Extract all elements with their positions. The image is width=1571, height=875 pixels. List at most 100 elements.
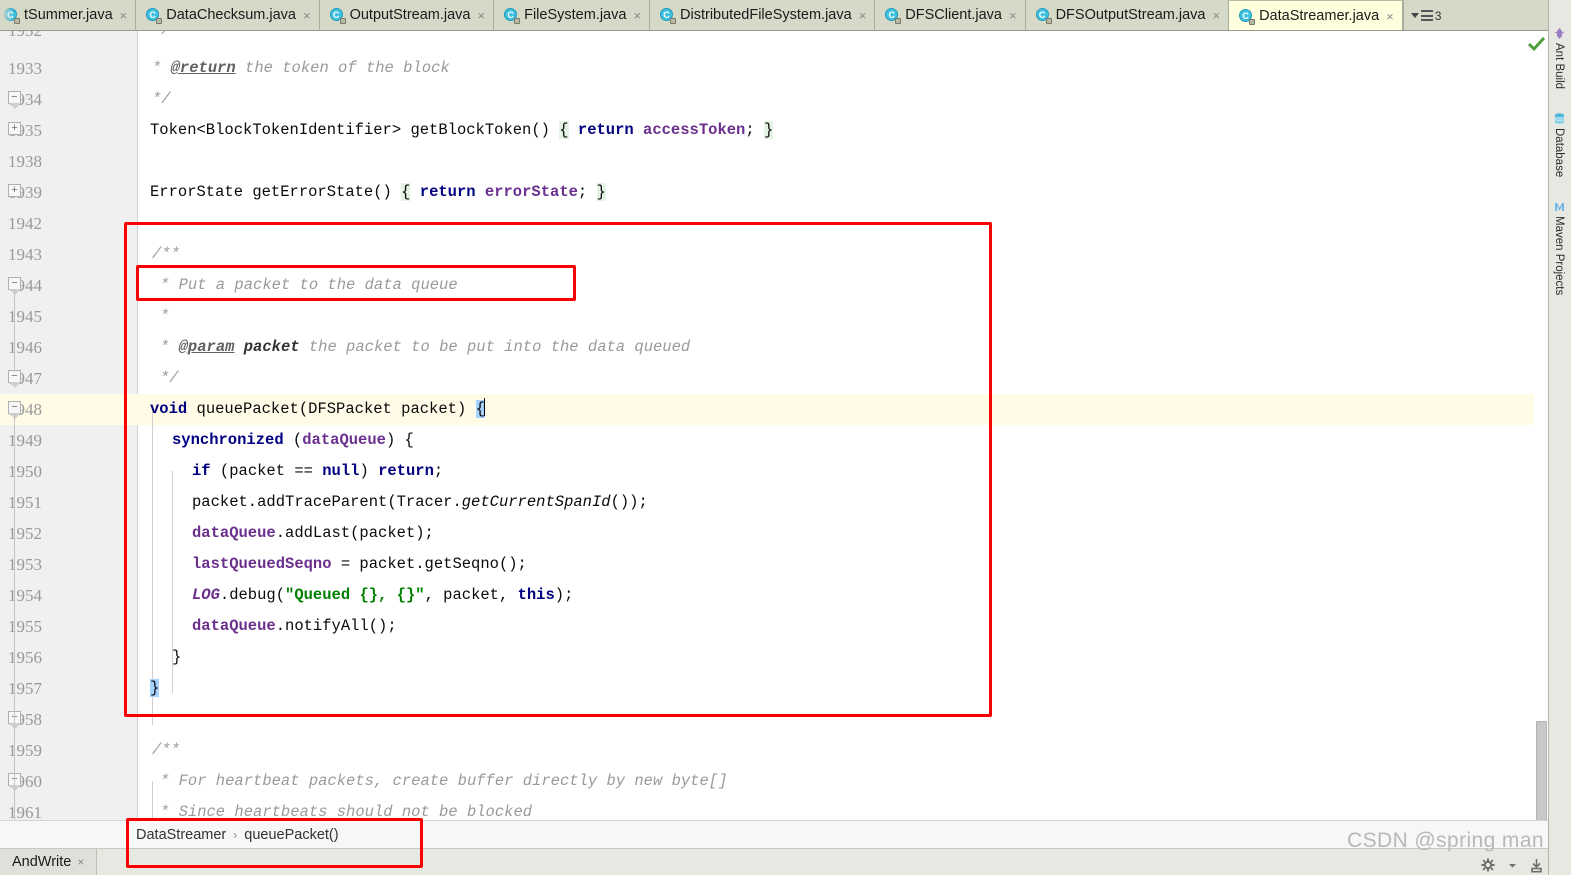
tool-window-label: Ant Build	[1553, 43, 1565, 90]
java-class-icon: C	[329, 8, 346, 24]
status-bar-icons	[1481, 858, 1544, 873]
tab-close-icon[interactable]: ×	[857, 0, 867, 30]
editor-tab-dfsclient[interactable]: C DFSClient.java ×	[875, 0, 1026, 30]
editor-tab-label: DataChecksum.java	[166, 7, 296, 23]
java-class-icon: C	[4, 8, 20, 24]
editor-tab-label: tSummer.java	[24, 7, 113, 23]
code-line-1954: LOG.debug("Queued {}, {}", packet, this)…	[192, 586, 574, 604]
green-check-icon[interactable]	[1528, 37, 1545, 52]
code-line-1946: * @param packet the packet to be put int…	[160, 338, 691, 356]
java-class-icon: C	[146, 8, 163, 24]
tab-close-icon[interactable]: ×	[1384, 1, 1394, 31]
breadcrumb-class[interactable]: DataStreamer	[136, 827, 226, 843]
tool-window-database[interactable]: Database	[1549, 109, 1569, 181]
fold-region-line	[14, 414, 15, 724]
editor-tab-label: DataStreamer.java	[1259, 7, 1380, 24]
fold-region-line	[14, 290, 15, 372]
code-editor[interactable]: 1932 1933 1934 1935 1938 1939 1942 1943 …	[0, 31, 1548, 820]
code-line-1953: lastQueuedSeqno = packet.getSeqno();	[192, 555, 527, 573]
fold-region-line	[14, 724, 15, 820]
tab-close-icon[interactable]: ×	[631, 0, 641, 30]
tool-window-ant-build[interactable]: Ant Build	[1549, 24, 1569, 93]
tab-close-icon[interactable]: ×	[1007, 0, 1017, 30]
code-line-1933: * @return the token of the block	[152, 59, 450, 77]
editor-tab-filesystem[interactable]: C FileSystem.java ×	[494, 0, 651, 30]
editor-tab-outputstream[interactable]: C OutputStream.java ×	[319, 0, 495, 30]
editor-tab-label: OutputStream.java	[349, 7, 471, 23]
code-folding-strip	[110, 31, 138, 820]
line-number: 1932	[0, 31, 96, 46]
tab-close-icon[interactable]: ×	[476, 0, 486, 30]
tool-window-tab-andwrite[interactable]: AndWrite ×	[0, 848, 98, 875]
editor-tab-bar: C tSummer.java × C DataChecksum.java × C…	[0, 0, 1571, 31]
code-line-1956: }	[172, 648, 182, 666]
breadcrumb-method[interactable]: queuePacket()	[244, 827, 338, 843]
gear-icon[interactable]	[1481, 858, 1496, 873]
code-line-1949: synchronized (dataQueue) {	[172, 431, 414, 449]
code-line-1952: dataQueue.addLast(packet);	[192, 524, 434, 542]
editor-tab-datachecksum[interactable]: C DataChecksum.java ×	[136, 0, 320, 30]
intellij-editor-window: C tSummer.java × C DataChecksum.java × C…	[0, 0, 1571, 875]
tab-close-icon[interactable]: ×	[118, 0, 128, 30]
tab-overflow-button[interactable]: 3	[1402, 0, 1449, 30]
editor-tab-distributedfilesystem[interactable]: C DistributedFileSystem.java ×	[650, 0, 876, 30]
java-class-icon: C	[1239, 8, 1256, 25]
code-line-1945: *	[160, 307, 170, 325]
editor-tab-dfsoutputstream[interactable]: C DFSOutputStream.java ×	[1025, 0, 1230, 30]
fold-marker-expand[interactable]: +	[8, 184, 21, 197]
code-line-1955: dataQueue.notifyAll();	[192, 617, 397, 635]
tool-window-label: Maven Projects	[1553, 216, 1565, 296]
editor-tab-label: FileSystem.java	[524, 7, 627, 23]
chevron-down-small-icon[interactable]	[1508, 861, 1517, 870]
tool-window-tab-label: AndWrite	[12, 854, 72, 870]
tab-close-icon[interactable]: ×	[1210, 0, 1220, 30]
code-line-1944: * Put a packet to the data queue	[160, 276, 458, 294]
java-class-icon: C	[885, 8, 902, 24]
breadcrumb[interactable]: DataStreamer › queuePacket()	[0, 820, 1548, 848]
scrollbar-thumb[interactable]	[1536, 721, 1547, 826]
fold-marker-collapse[interactable]: −	[8, 277, 21, 295]
code-line-1951: packet.addTraceParent(Tracer.getCurrentS…	[192, 493, 648, 511]
code-line-1957: }	[150, 679, 160, 697]
fold-marker-collapse[interactable]: −	[8, 401, 21, 419]
code-line-1932: */	[152, 31, 171, 46]
fold-marker-expand[interactable]: +	[8, 122, 21, 135]
editor-tab-tsummer[interactable]: C tSummer.java ×	[0, 0, 137, 30]
tab-overflow-count: 3	[1434, 8, 1442, 23]
editor-tab-datastreamer[interactable]: C DataStreamer.java ×	[1229, 0, 1403, 31]
tab-close-icon[interactable]: ×	[301, 0, 311, 30]
line-number: 1942	[8, 214, 42, 233]
fold-marker-collapse[interactable]: −	[8, 91, 21, 109]
list-icon	[1420, 10, 1433, 21]
code-line-1948: void queuePacket(DFSPacket packet) {	[150, 398, 485, 418]
code-line-1935: Token<BlockTokenIdentifier> getBlockToke…	[150, 121, 774, 139]
code-line-1943: /**	[152, 245, 180, 263]
chevron-right-icon: ›	[233, 827, 238, 842]
code-line-1947: */	[160, 369, 179, 387]
java-class-icon: C	[1035, 8, 1052, 24]
code-line-1959: /**	[152, 741, 180, 759]
editor-tab-label: DFSClient.java	[905, 7, 1002, 23]
close-icon[interactable]: ×	[77, 855, 84, 869]
download-icon[interactable]	[1529, 858, 1544, 873]
line-number: 1943	[8, 245, 42, 264]
ant-build-icon	[1554, 28, 1564, 39]
code-line-1950: if (packet == null) return;	[192, 462, 444, 480]
csdn-watermark: CSDN @spring man	[1347, 829, 1544, 852]
chevron-down-icon	[1410, 13, 1419, 18]
database-icon	[1554, 113, 1564, 124]
tool-window-maven-projects[interactable]: Maven Projects	[1549, 197, 1569, 299]
java-class-icon: C	[504, 8, 521, 24]
editor-tab-label: DFSOutputStream.java	[1055, 7, 1206, 23]
line-number: 1938	[8, 152, 42, 171]
code-line-1961: * Since heartbeats should not be blocked	[160, 803, 533, 820]
editor-vertical-scrollbar[interactable]	[1534, 31, 1548, 826]
code-line-1939: ErrorState getErrorState() { return erro…	[150, 183, 606, 201]
maven-icon	[1554, 203, 1564, 212]
right-tool-window-bar: Ant Build Database Maven Projects	[1548, 0, 1571, 875]
code-line-1960: * For heartbeat packets, create buffer d…	[160, 772, 728, 790]
line-number: 1933	[8, 59, 42, 78]
java-class-icon: C	[660, 8, 677, 24]
bottom-tool-window-bar: AndWrite ×	[0, 848, 1571, 875]
code-line-1934: */	[152, 90, 171, 108]
